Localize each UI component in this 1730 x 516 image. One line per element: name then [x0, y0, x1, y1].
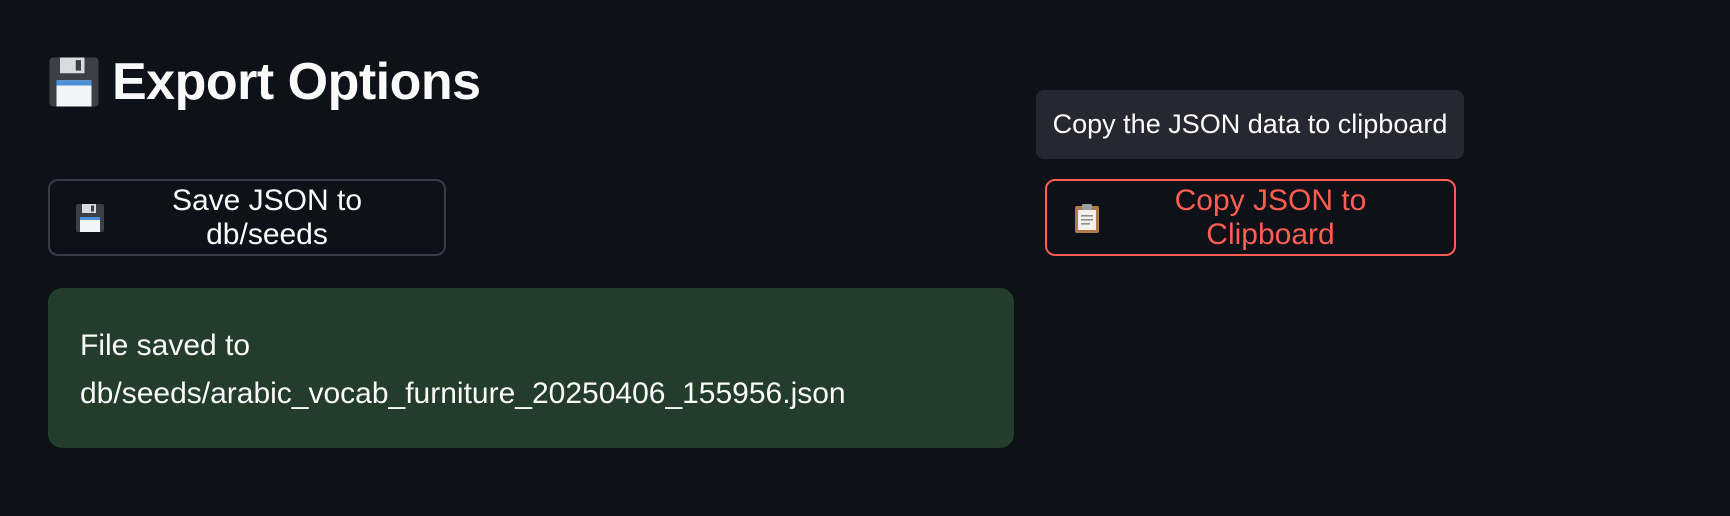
tooltip-text: Copy the JSON data to clipboard [1052, 109, 1448, 139]
save-json-button[interactable]: Save JSON to db/seeds [48, 179, 446, 256]
section-heading: Export Options [46, 48, 481, 116]
copy-tooltip: Copy the JSON data to clipboard [1036, 90, 1464, 159]
page-title: Export Options [112, 53, 481, 111]
alert-line-1: File saved to [80, 329, 251, 362]
save-button-label: Save JSON to db/seeds [171, 183, 363, 251]
copy-json-button[interactable]: Copy JSON to Clipboard [1045, 179, 1456, 256]
floppy-disk-icon [49, 57, 99, 107]
alert-file-path: db/seeds/arabic_vocab_furniture_20250406… [80, 377, 846, 410]
floppy-disk-icon [76, 203, 104, 232]
success-alert: File saved to db/seeds/arabic_vocab_furn… [48, 288, 1014, 448]
copy-button-label: Copy JSON to Clipboard [1174, 183, 1367, 251]
export-options-section: Export Options Copy the JSON data to cli… [0, 0, 1730, 516]
clipboard-icon [1075, 203, 1099, 233]
